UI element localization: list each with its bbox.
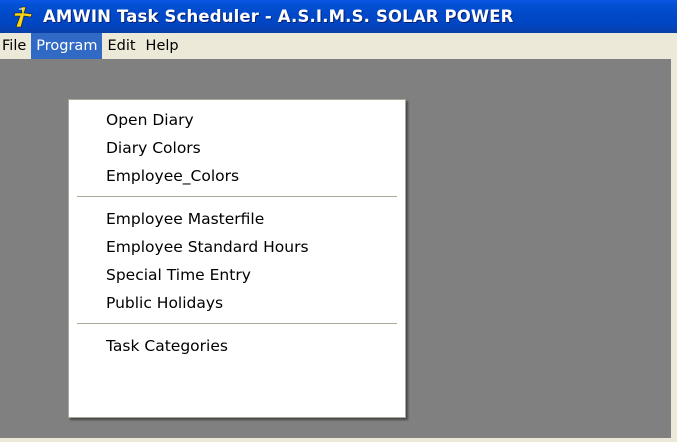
menu-bar: File Program Edit Help bbox=[0, 33, 677, 59]
menu-item-diary-colors[interactable]: Diary Colors bbox=[69, 134, 405, 162]
menu-help[interactable]: Help bbox=[141, 33, 184, 59]
menu-edit[interactable]: Edit bbox=[102, 33, 140, 59]
menu-item-public-holidays[interactable]: Public Holidays bbox=[69, 289, 405, 317]
menu-file[interactable]: File bbox=[0, 33, 31, 59]
program-menu-dropdown: Open Diary Diary Colors Employee_Colors … bbox=[68, 99, 406, 418]
menu-separator bbox=[77, 196, 397, 199]
app-window: AMWIN Task Scheduler - A.S.I.M.S. SOLAR … bbox=[0, 0, 677, 442]
title-bar[interactable]: AMWIN Task Scheduler - A.S.I.M.S. SOLAR … bbox=[0, 0, 677, 33]
menu-item-task-categories[interactable]: Task Categories bbox=[69, 332, 405, 360]
window-bottom-border bbox=[0, 438, 677, 442]
amwin-app-icon bbox=[13, 6, 33, 27]
window-right-border bbox=[671, 59, 677, 442]
menu-item-open-diary[interactable]: Open Diary bbox=[69, 106, 405, 134]
menu-separator bbox=[77, 323, 397, 326]
menu-item-employee-colors[interactable]: Employee_Colors bbox=[69, 162, 405, 190]
window-title: AMWIN Task Scheduler - A.S.I.M.S. SOLAR … bbox=[43, 7, 514, 26]
menu-item-employee-standard-hours[interactable]: Employee Standard Hours bbox=[69, 233, 405, 261]
menu-item-employee-masterfile[interactable]: Employee Masterfile bbox=[69, 205, 405, 233]
menu-program[interactable]: Program bbox=[31, 33, 103, 59]
menu-item-special-time-entry[interactable]: Special Time Entry bbox=[69, 261, 405, 289]
